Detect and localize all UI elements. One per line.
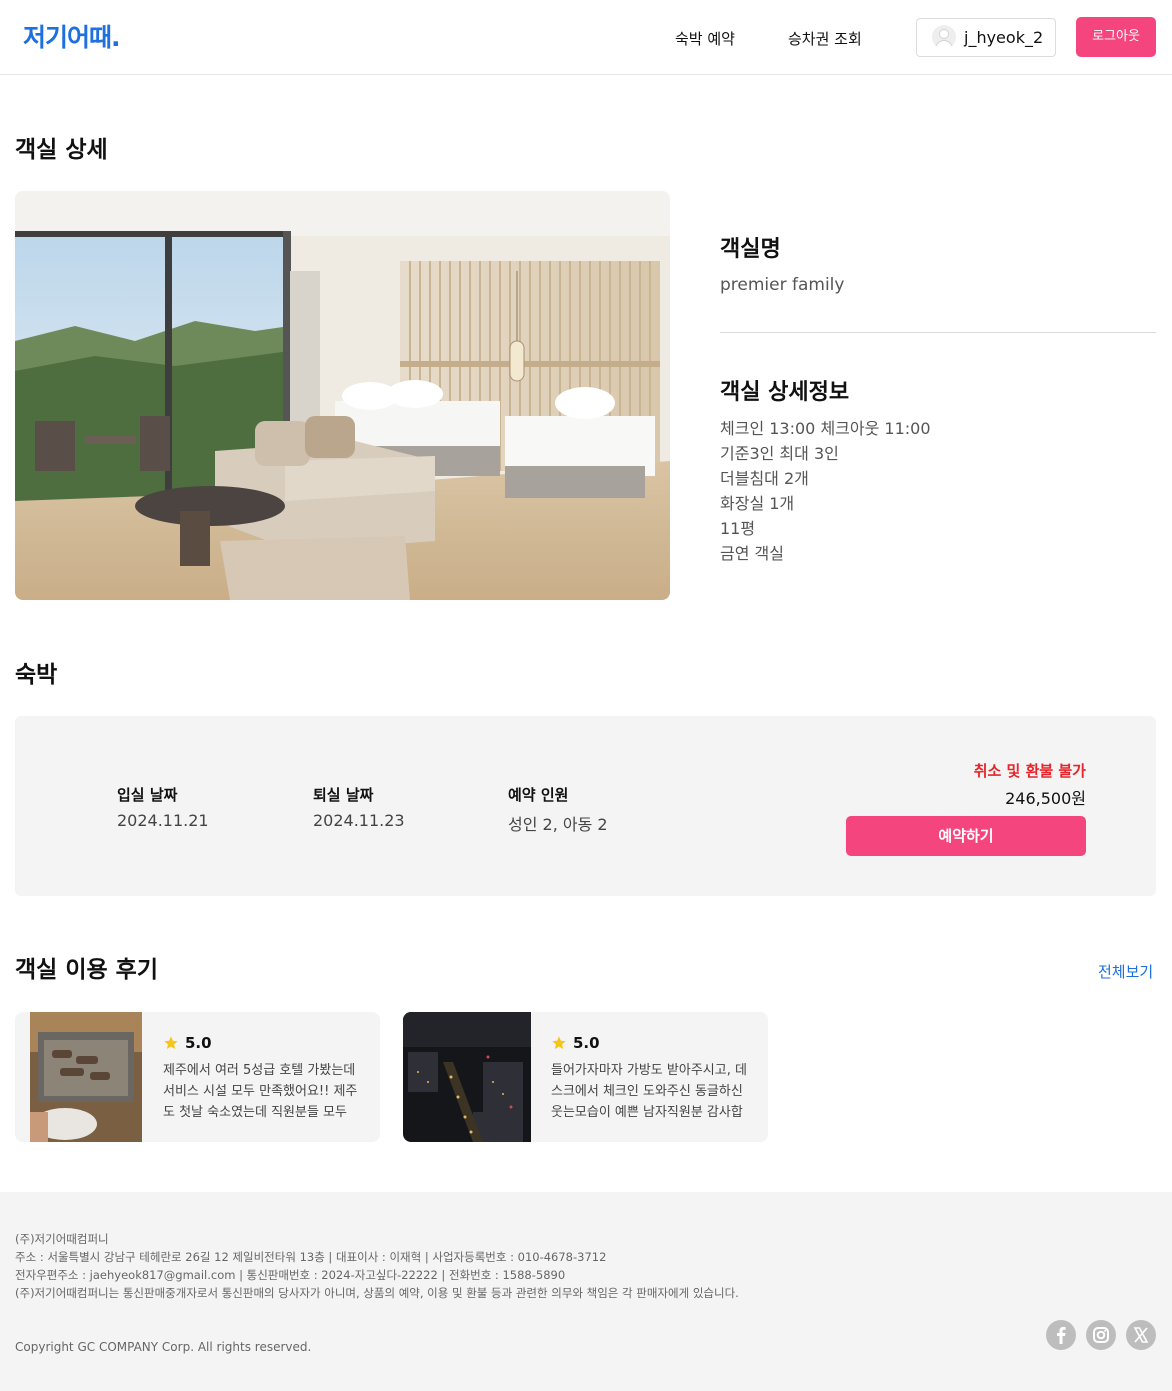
review-text: 들어가자마자 가방도 받아주시고, 데스크에서 체크인 도와주신 동글하신 웃는… [551, 1063, 747, 1120]
review-card[interactable]: 5.0 제주에서 여러 5성급 호텔 가봤는데 서비스 시설 모두 만족했어요!… [15, 1012, 380, 1142]
star-icon [552, 1036, 566, 1049]
header: 저기어때. 숙박 예약 승차권 조회 j_hyeok_2 로그아웃 [0, 0, 1172, 75]
checkin-value: 2024.11.21 [117, 811, 209, 830]
review-card[interactable]: 5.0 들어가자마자 가방도 받아주시고, 데스크에서 체크인 도와주신 동글하… [403, 1012, 768, 1142]
detail-checkin-checkout: 체크인 13:00 체크아웃 11:00 [720, 419, 931, 438]
room-detail-info-label: 객실 상세정보 [720, 380, 850, 405]
detail-capacity: 기준3인 최대 3인 [720, 444, 839, 463]
username: j_hyeok_2 [964, 28, 1044, 47]
checkin-label: 입실 날짜 [117, 786, 178, 804]
room-name-label: 객실명 [720, 237, 781, 262]
room-detail-title: 객실 상세 [15, 137, 108, 163]
checkout-field: 퇴실 날짜 2024.11.23 [313, 784, 405, 830]
instagram-icon[interactable] [1086, 1320, 1116, 1350]
refund-policy-note: 취소 및 환불 불가 [973, 762, 1086, 780]
avatar [932, 25, 956, 49]
logo[interactable]: 저기어때. [23, 18, 120, 54]
facebook-icon[interactable] [1046, 1320, 1076, 1350]
reviews-title: 객실 이용 후기 [15, 957, 158, 983]
divider [720, 332, 1156, 333]
star-icon [164, 1036, 178, 1049]
review-rating: 5.0 [551, 1034, 600, 1052]
room-photo [15, 191, 670, 600]
footer-address: 주소 : 서울특별시 강남구 테헤란로 26길 12 제일비전타워 13층 | … [15, 1250, 607, 1264]
rating-value: 5.0 [573, 1034, 600, 1052]
review-rating: 5.0 [163, 1034, 212, 1052]
review-text: 제주에서 여러 5성급 호텔 가봤는데 서비스 시설 모두 만족했어요!! 제주… [163, 1063, 358, 1120]
guests-field: 예약 인원 성인 2, 아동 2 [508, 784, 608, 835]
checkout-label: 퇴실 날짜 [313, 786, 374, 804]
stay-title: 숙박 [15, 662, 58, 688]
review-photo [403, 1012, 531, 1142]
rating-value: 5.0 [185, 1034, 212, 1052]
x-icon[interactable] [1126, 1320, 1156, 1350]
detail-beds: 더블침대 2개 [720, 469, 809, 488]
nav-ticket-lookup[interactable]: 승차권 조회 [788, 28, 862, 49]
footer-contact: 전자우편주소 : jaehyeok817@gmail.com | 통신판매번호 … [15, 1268, 566, 1282]
checkout-value: 2024.11.23 [313, 811, 405, 830]
detail-bathroom: 화장실 1개 [720, 494, 795, 513]
checkin-field: 입실 날짜 2024.11.21 [117, 784, 209, 830]
detail-smoking: 금연 객실 [720, 544, 784, 563]
user-profile-button[interactable]: j_hyeok_2 [916, 18, 1056, 57]
detail-size: 11평 [720, 519, 756, 538]
view-all-reviews-link[interactable]: 전체보기 [1098, 961, 1153, 982]
reserve-button[interactable]: 예약하기 [846, 816, 1086, 856]
footer-notice: (주)저기어때컴퍼니는 통신판매중개자로서 통신판매의 당사자가 아니며, 상품… [15, 1286, 739, 1300]
price: 246,500원 [1005, 789, 1086, 808]
room-detail-list: 체크인 13:00 체크아웃 11:00 기준3인 최대 3인 더블침대 2개 … [720, 418, 931, 568]
footer-company-info: (주)저기어때컴퍼니 주소 : 서울특별시 강남구 테헤란로 26길 12 제일… [15, 1230, 739, 1302]
footer-company-name: (주)저기어때컴퍼니 [15, 1232, 109, 1246]
nav-stay-booking[interactable]: 숙박 예약 [675, 28, 735, 49]
guests-value: 성인 2, 아동 2 [508, 815, 608, 834]
review-photo [30, 1012, 142, 1142]
footer: (주)저기어때컴퍼니 주소 : 서울특별시 강남구 테헤란로 26길 12 제일… [0, 1192, 1172, 1391]
reservation-panel: 입실 날짜 2024.11.21 퇴실 날짜 2024.11.23 예약 인원 … [15, 716, 1156, 896]
guests-label: 예약 인원 [508, 786, 569, 804]
logout-button[interactable]: 로그아웃 [1076, 17, 1156, 57]
copyright: Copyright GC COMPANY Corp. All rights re… [15, 1340, 312, 1354]
room-name-value: premier family [720, 275, 845, 295]
